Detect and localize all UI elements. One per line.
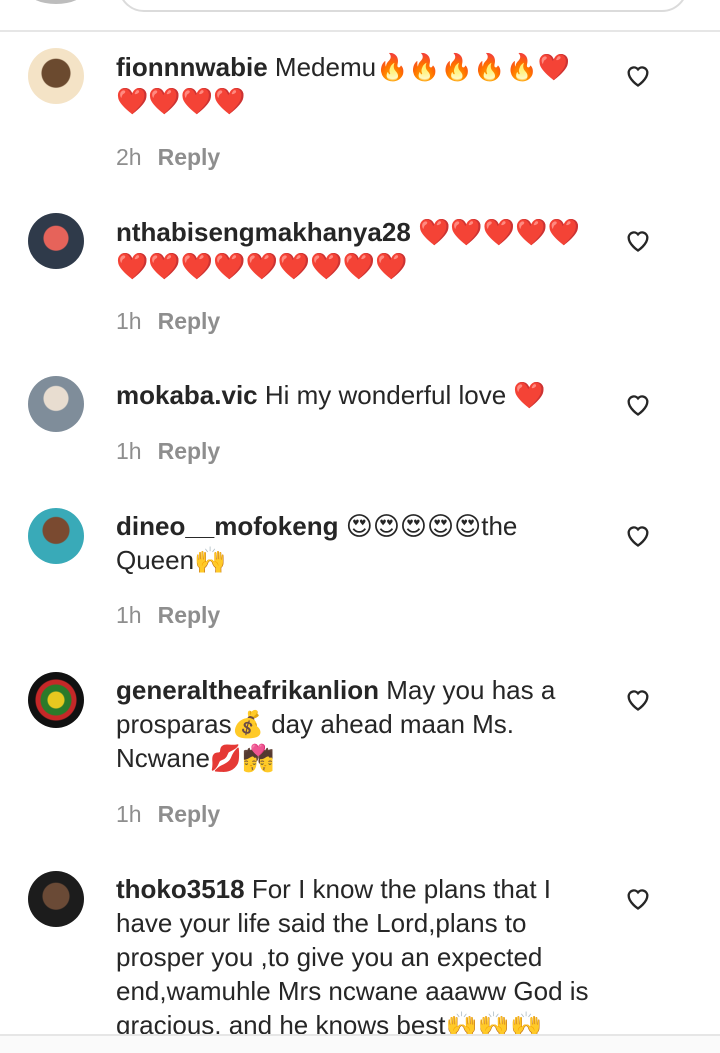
comment-meta: 1h Reply [116,602,220,629]
comment-username[interactable]: dineo__mofokeng [116,511,338,541]
comment-text: Hi my wonderful love ❤️ [264,380,546,410]
top-bar [0,0,720,30]
avatar[interactable] [28,213,84,269]
comment-time: 1h [116,438,142,464]
comment-body: thoko3518 For I know the plans that I ha… [116,872,596,1034]
comment-meta: 1h Reply [116,438,220,465]
heart-outline-icon[interactable] [624,885,652,911]
comment-username[interactable]: generaltheafrikanlion [116,675,379,705]
comment-meta: 1h Reply [116,308,220,335]
reply-button[interactable]: Reply [158,308,221,334]
reply-button[interactable]: Reply [158,602,221,628]
comment-meta: 1h Reply [116,801,220,828]
comment-time: 1h [116,308,142,334]
current-user-avatar [28,0,84,4]
comment-time: 1h [116,801,142,827]
comment-username[interactable]: mokaba.vic [116,380,258,410]
heart-outline-icon[interactable] [624,227,652,253]
reply-button[interactable]: Reply [158,438,221,464]
bottom-bar [0,1036,720,1053]
reply-button[interactable]: Reply [158,144,221,170]
avatar[interactable] [28,376,84,432]
comment-body: nthabisengmakhanya28 ❤️❤️❤️❤️❤️❤️❤️❤️❤️❤… [116,215,596,283]
comment-time: 1h [116,602,142,628]
heart-outline-icon[interactable] [624,686,652,712]
heart-outline-icon[interactable] [624,391,652,417]
comment-username[interactable]: thoko3518 [116,874,245,904]
avatar[interactable] [28,48,84,104]
reply-button[interactable]: Reply [158,801,221,827]
comment-username[interactable]: fionnnwabie [116,52,268,82]
heart-outline-icon[interactable] [624,62,652,88]
top-divider [0,30,720,32]
comment-username[interactable]: nthabisengmakhanya28 [116,217,411,247]
comment-body: mokaba.vic Hi my wonderful love ❤️ [116,378,596,412]
add-comment-input[interactable] [118,0,688,12]
comment-body: fionnnwabie Medemu🔥🔥🔥🔥🔥❤️❤️❤️❤️❤️ [116,50,596,118]
comment-item: thoko3518 For I know the plans that I ha… [0,863,720,1034]
comment-time: 2h [116,144,142,170]
avatar[interactable] [28,508,84,564]
heart-outline-icon[interactable] [624,522,652,548]
avatar[interactable] [28,871,84,927]
avatar[interactable] [28,672,84,728]
comment-body: generaltheafrikanlion May you has a pros… [116,673,596,775]
comment-meta: 2h Reply [116,144,220,171]
comment-body: dineo__mofokeng 😍😍😍😍😍the Queen🙌 [116,509,596,577]
